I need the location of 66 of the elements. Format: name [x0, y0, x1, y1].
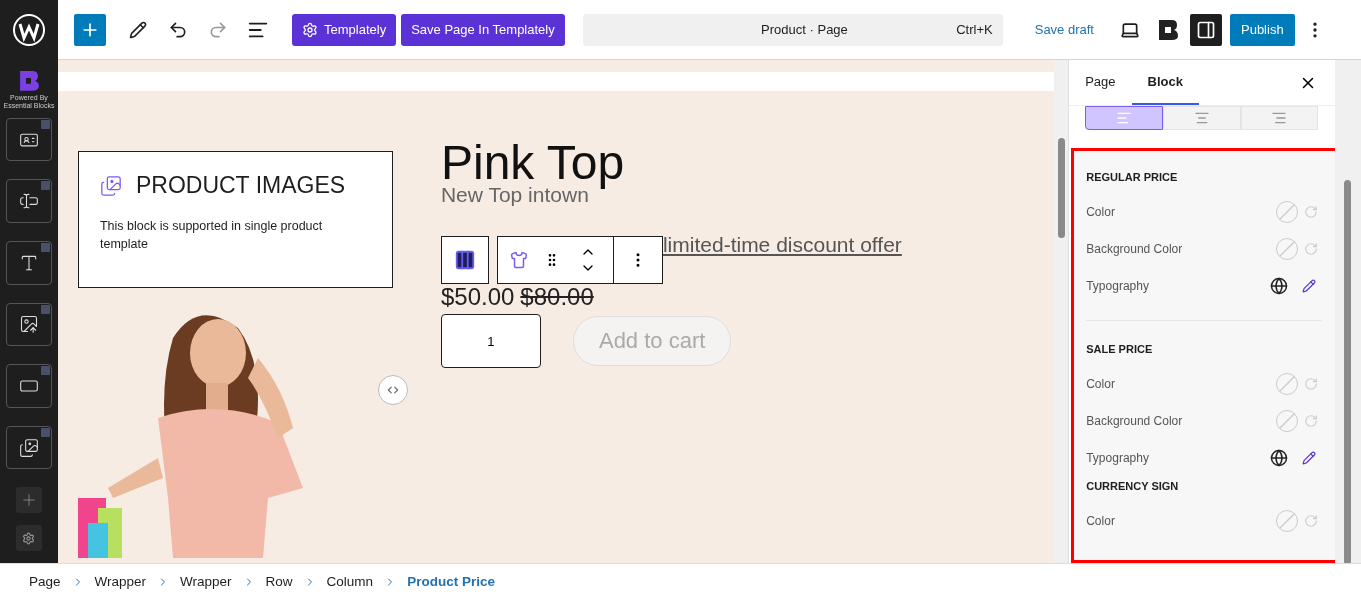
pencil-icon[interactable]	[1302, 278, 1317, 293]
sidebar-toggle-icon[interactable]	[1190, 13, 1222, 46]
block-tile[interactable]	[5, 425, 52, 470]
align-icon	[1193, 110, 1210, 126]
images-icon	[18, 437, 39, 458]
columns-icon	[453, 249, 476, 271]
badge-icon	[40, 181, 50, 191]
align-icon	[1116, 110, 1133, 126]
breadcrumb-item[interactable]: Wrapper	[180, 574, 232, 589]
section-title: SALE PRICE	[1086, 343, 1154, 355]
setting-label: Color	[1086, 513, 1116, 528]
scrollbar[interactable]	[1054, 60, 1069, 563]
templately-button[interactable]: Templately	[292, 13, 397, 46]
breadcrumb-item[interactable]: Wrapper	[94, 574, 147, 589]
sale-price: $50.00	[440, 283, 515, 311]
globe-icon[interactable]	[1270, 276, 1289, 295]
resize-handle[interactable]	[377, 375, 408, 405]
save-template-button[interactable]: Save Page In Templately	[401, 13, 565, 46]
quantity-field[interactable]: 1	[440, 314, 541, 368]
color-swatch[interactable]	[1276, 237, 1299, 260]
align-button[interactable]	[1085, 106, 1163, 130]
align-icon	[1271, 110, 1288, 126]
image-upload-icon	[18, 314, 39, 335]
add-block-button[interactable]	[74, 13, 106, 46]
card-text: This block is supported in single product template	[99, 218, 324, 254]
color-swatch[interactable]	[1276, 372, 1299, 395]
color-swatch[interactable]	[1276, 409, 1299, 432]
images-icon	[99, 174, 122, 197]
setting-label: Background Color	[1086, 413, 1184, 428]
color-swatch[interactable]	[1276, 200, 1299, 223]
setting-label: Typography	[1086, 278, 1150, 293]
breadcrumb-item[interactable]: Column	[326, 574, 374, 589]
section-title: CURRENCY SIGN	[1086, 480, 1180, 492]
setting-label: Color	[1086, 204, 1116, 219]
badge-icon	[40, 243, 50, 253]
block-tile[interactable]	[5, 117, 52, 162]
pencil-icon[interactable]	[1302, 450, 1317, 465]
document-title: Product · Page	[760, 22, 849, 37]
globe-icon[interactable]	[1270, 448, 1289, 467]
essential-blocks-logo-icon	[17, 70, 40, 92]
card-title: PRODUCT IMAGES	[135, 172, 346, 199]
regular-price: $80.00	[520, 283, 594, 311]
panel-tab[interactable]: Page	[1069, 60, 1132, 105]
scrollbar[interactable]	[1335, 60, 1361, 563]
section-title: REGULAR PRICE	[1086, 171, 1179, 183]
breadcrumb-item[interactable]: Page	[29, 574, 61, 589]
breadcrumb-item[interactable]: Row	[265, 574, 293, 589]
badge-icon	[40, 366, 50, 376]
badge-icon	[40, 119, 50, 129]
breadcrumb-item[interactable]: Product Price	[407, 574, 495, 589]
publish-button[interactable]: Publish	[1230, 13, 1295, 46]
save-draft-button[interactable]: Save draft	[1028, 21, 1100, 38]
block-tile[interactable]	[5, 179, 52, 224]
block-tile[interactable]	[5, 364, 52, 408]
badge-icon	[40, 304, 50, 314]
block-tile[interactable]	[5, 241, 52, 285]
block-tile[interactable]	[5, 302, 52, 347]
shortcut-hint: Ctrl+K	[956, 22, 993, 37]
color-swatch[interactable]	[1276, 509, 1299, 532]
setting-label: Color	[1086, 376, 1116, 391]
offer-link[interactable]: limited-time discount offer	[662, 233, 902, 257]
badge-icon	[40, 427, 50, 437]
command-bar[interactable]: Product · Page Ctrl+K	[582, 13, 1003, 46]
setting-label: Typography	[1086, 450, 1150, 465]
setting-label: Background Color	[1086, 241, 1184, 256]
settings-icon[interactable]	[15, 525, 42, 551]
